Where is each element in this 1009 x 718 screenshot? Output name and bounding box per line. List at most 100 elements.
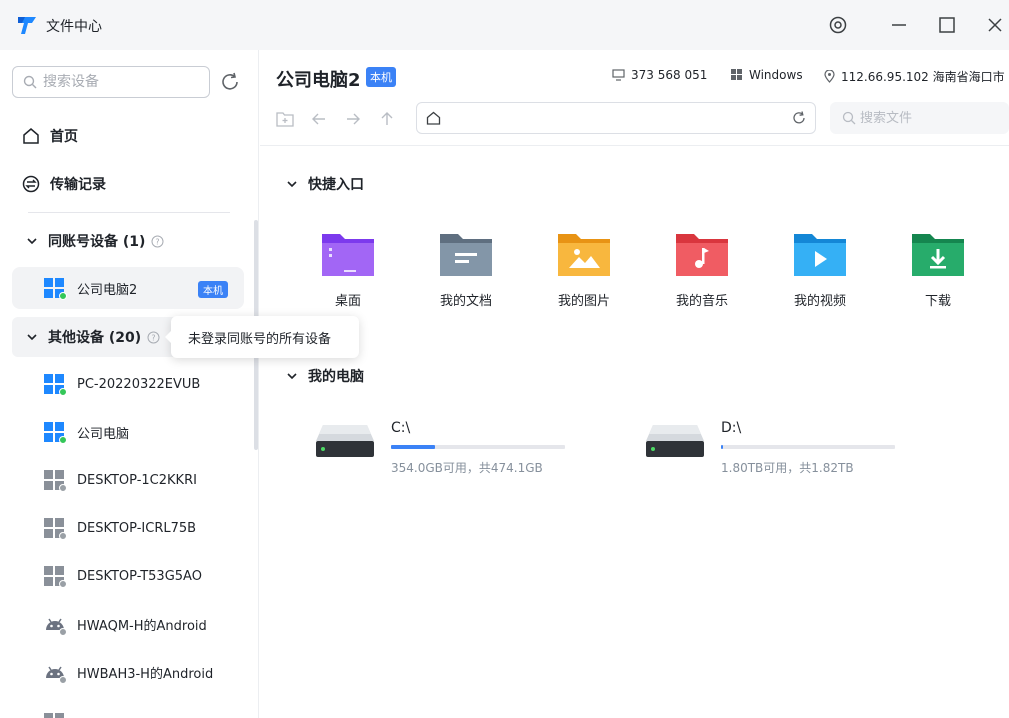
quick-item-desktop[interactable]: 桌面 [308,230,388,310]
windows-icon [44,566,67,588]
title-bar: 文件中心 [0,0,1009,50]
device-name: 公司电脑 [77,426,130,442]
settings-button[interactable] [825,12,851,38]
windows-icon [731,69,742,80]
arrow-up-icon [381,112,393,125]
drive-usage-fill [721,445,723,449]
windows-icon [44,470,67,492]
quick-item-label: 下载 [924,294,951,309]
up-button[interactable] [376,108,398,130]
chevron-down-icon [27,238,37,245]
main-panel: 公司电脑2 本机 373 568 051 Windows 112.66.95.1… [260,50,1009,718]
back-button[interactable] [308,108,330,130]
refresh-devices-button[interactable] [218,70,242,94]
device-item[interactable]: DESKTOP-T53G5AO [12,555,244,597]
quick-item-pictures[interactable]: 我的图片 [544,230,624,310]
device-item[interactable]: HWAQM-H的Android [12,603,244,645]
maximize-icon [939,17,955,33]
quick-item-downloads[interactable]: 下载 [898,230,978,310]
help-icon[interactable]: ? [147,331,160,344]
svg-text:?: ? [156,237,160,246]
file-search-input[interactable] [860,108,1000,128]
device-name: DESKTOP-ICRL75B [77,520,197,536]
ip-location: 112.66.95.102 海南省海口市 [841,70,1005,84]
device-item[interactable]: DESKTOP-ICRL75B [12,507,244,549]
minimize-icon [892,24,906,26]
drive-c[interactable]: C:\ 354.0GB可用，共474.1GB [315,415,575,475]
minimize-button[interactable] [886,12,912,38]
quick-item-label: 桌面 [334,294,361,309]
local-badge: 本机 [198,281,228,298]
online-status-dot [59,388,67,396]
group-same-account[interactable]: 同账号设备 (1) ? [12,221,244,261]
refresh-icon[interactable] [791,110,807,126]
quick-item-documents[interactable]: 我的文档 [426,230,506,310]
device-item[interactable]: 公司电脑2 本机 [12,267,244,309]
documents-folder-icon [440,234,492,276]
sidebar: 首页 传输记录 同账号设备 (1) ? 公司电脑2 本机 其他设备 (20) ?… [0,50,259,718]
os-name: Windows [749,68,803,82]
device-name: HWBAH3-H的Android [77,666,214,682]
quick-item-music[interactable]: 我的音乐 [662,230,742,310]
quick-access-title: 快捷入口 [308,177,364,193]
music-folder-icon [676,234,728,276]
device-id: 373 568 051 [631,68,708,82]
windows-icon [44,278,67,300]
app-title: 文件中心 [46,19,102,35]
address-bar[interactable] [416,102,816,134]
app-logo-icon [18,17,36,34]
quick-item-videos[interactable]: 我的视频 [780,230,860,310]
device-item[interactable]: HWBAH3-H的Android [12,651,244,693]
device-item[interactable]: PC-20220322EVUB [12,363,244,405]
hard-drive-icon [646,425,704,457]
close-icon [988,18,1002,32]
sidebar-divider [28,212,230,213]
device-name: DESKTOP-T53G5AO [77,568,202,584]
device-item[interactable]: DESKTOP-1C2KKRI [12,459,244,501]
device-search-box[interactable] [12,66,210,98]
new-folder-button[interactable] [274,108,296,130]
forward-button[interactable] [342,108,364,130]
drive-usage-fill [391,445,435,449]
device-search-input[interactable] [43,72,203,92]
nav-transfer-records[interactable]: 传输记录 [12,164,244,204]
drive-usage-bar [721,445,895,449]
maximize-button[interactable] [934,12,960,38]
downloads-folder-icon [912,234,964,276]
drive-name: C:\ [391,420,411,436]
file-search-box[interactable] [830,102,1009,134]
nav-transfer-label: 传输记录 [50,177,106,193]
drive-d[interactable]: D:\ 1.80TB可用，共1.82TB [645,415,905,475]
drive-size-text: 1.80TB可用，共1.82TB [721,461,854,475]
help-icon[interactable]: ? [151,235,164,248]
device-name: PC-20220322EVUB [77,376,201,392]
location-pin-icon [824,70,835,83]
quick-item-label: 我的视频 [793,294,846,309]
device-title: 公司电脑2 [276,70,361,91]
hard-drive-icon [316,425,374,457]
arrow-left-icon [312,113,325,125]
local-badge: 本机 [366,67,396,87]
nav-home[interactable]: 首页 [12,116,244,156]
online-status-dot [59,292,67,300]
nav-home-label: 首页 [50,129,78,145]
refresh-icon [222,72,238,90]
device-item[interactable]: 公司电脑 [12,411,244,453]
close-button[interactable] [982,12,1008,38]
search-icon [842,111,856,125]
offline-status-dot [59,676,67,684]
quick-access-header[interactable]: 快捷入口 [286,174,364,194]
tooltip: 未登录同账号的所有设备 [165,316,359,358]
home-icon[interactable] [426,111,441,125]
group-title: 同账号设备 (1) [48,234,146,250]
my-computer-header[interactable]: 我的电脑 [286,366,364,386]
chevron-down-icon [287,373,297,380]
desktop-folder-icon [322,234,374,276]
transfer-icon [22,175,40,193]
drive-size-text: 354.0GB可用，共474.1GB [391,461,543,475]
device-item-partial[interactable] [12,702,244,718]
windows-icon [44,374,67,396]
quick-item-label: 我的音乐 [675,294,728,309]
home-icon [23,128,39,144]
offline-status-dot [59,580,67,588]
